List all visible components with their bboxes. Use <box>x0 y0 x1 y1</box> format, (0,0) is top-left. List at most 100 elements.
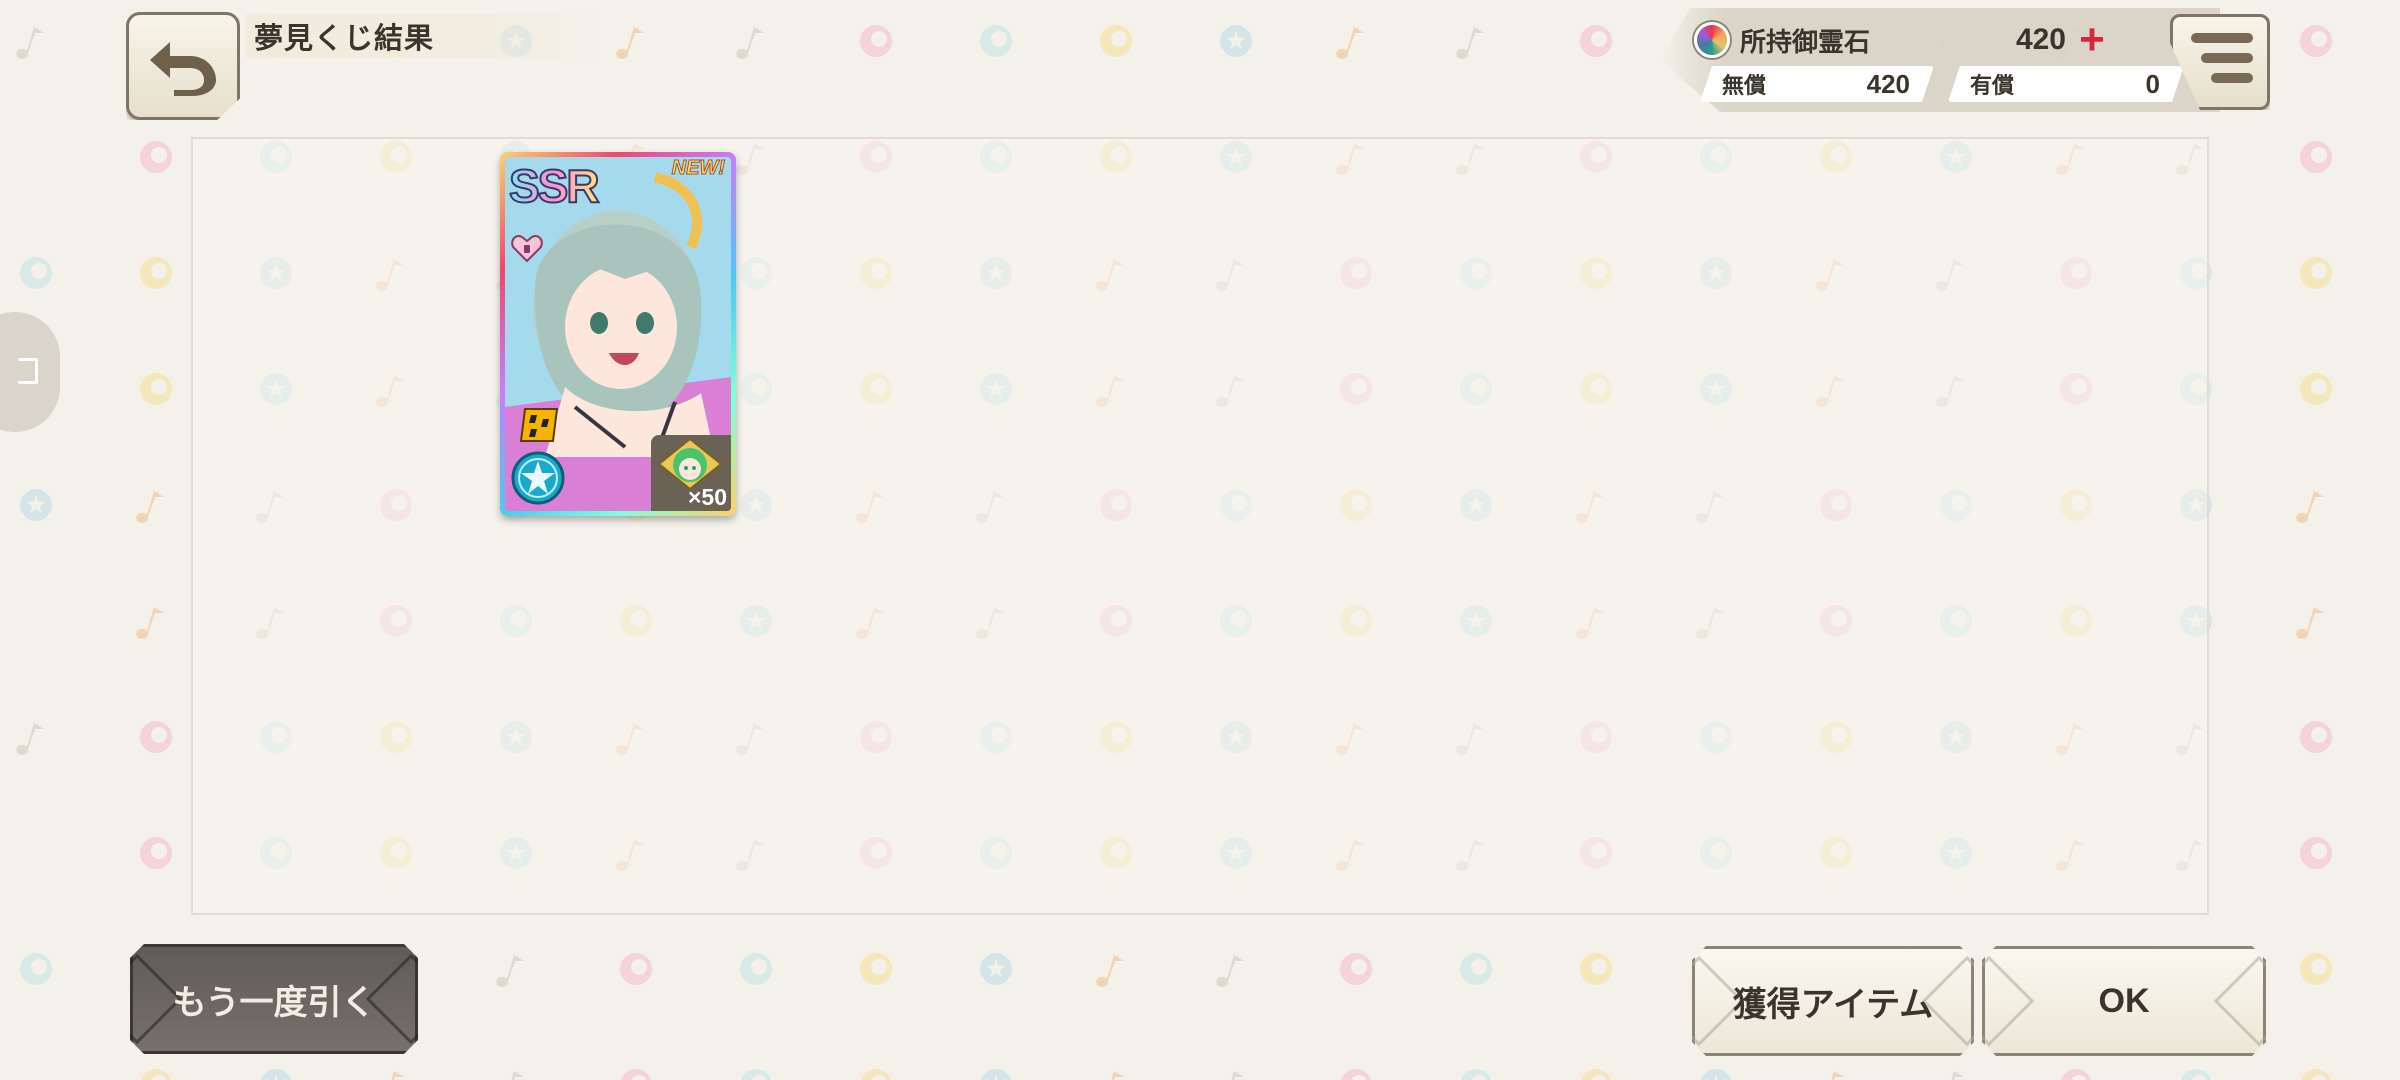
pattern-swirl-icon <box>1340 1069 1372 1080</box>
menu-icon <box>2191 33 2253 43</box>
panel-icon <box>18 358 38 384</box>
currency-total: 420 <box>2015 23 2066 56</box>
pattern-star-icon <box>980 953 1012 985</box>
paid-currency-label: 有償 <box>1970 73 2015 98</box>
star-attribute-icon <box>511 451 565 505</box>
pattern-swirl-icon <box>2300 837 2332 869</box>
pattern-swirl-icon <box>2300 721 2332 753</box>
button-ornament <box>92 954 183 1045</box>
ok-button[interactable]: OK <box>1982 946 2266 1056</box>
pattern-swirl-icon <box>620 1069 652 1080</box>
back-button[interactable] <box>126 12 240 120</box>
pattern-note2-icon <box>1336 27 1364 59</box>
green-hair-chibi-icon <box>657 437 723 491</box>
pattern-moon-icon <box>860 953 892 985</box>
pattern-note2-icon <box>2296 491 2324 523</box>
pattern-note2-icon <box>391 1071 404 1080</box>
back-arrow-icon <box>150 42 216 96</box>
pattern-note-icon <box>16 723 44 755</box>
pattern-swirl-icon <box>140 141 172 173</box>
pattern-swirl-icon <box>620 953 652 985</box>
pattern-moon-icon <box>2300 373 2332 405</box>
result-area <box>191 137 2209 915</box>
pattern-swirl-icon <box>2300 25 2332 57</box>
pattern-note2-icon <box>1831 1071 1844 1080</box>
currency-panel: 所持御霊石 420 + 無償 420 有償 0 <box>1660 8 2220 112</box>
rarity-badge: SSR <box>508 159 601 213</box>
card-art-frame: SSR NEW! ×50 <box>505 157 731 511</box>
free-currency-value: 420 <box>1866 68 1910 99</box>
card-quantity: ×50 <box>687 484 727 510</box>
pattern-note2-icon <box>2296 607 2324 639</box>
page-title: 夢見くじ結果 <box>254 23 435 55</box>
pattern-swirl-icon <box>1580 25 1612 57</box>
pattern-note2-icon <box>136 491 164 523</box>
pattern-note-icon <box>16 27 44 59</box>
title-bar: 夢見くじ結果 <box>246 14 606 58</box>
pattern-swirl-icon <box>2300 141 2332 173</box>
pattern-swirl-icon <box>2060 1069 2092 1080</box>
pattern-star-icon <box>1220 25 1252 57</box>
pattern-star-icon <box>260 1069 292 1080</box>
pattern-moon-icon <box>140 1069 172 1080</box>
pattern-moon-icon <box>140 257 172 289</box>
character-icon-badge: ×50 <box>651 435 731 511</box>
pattern-star-icon <box>20 489 52 521</box>
pattern-note-icon <box>1216 955 1244 987</box>
pattern-note-icon <box>1951 1071 1964 1080</box>
obtained-items-label: 獲得アイテム <box>1732 985 1934 1024</box>
pattern-moon-icon <box>2300 257 2332 289</box>
new-badge: NEW! <box>671 157 725 180</box>
pattern-moon-icon <box>860 1069 892 1080</box>
button-ornament <box>1654 956 1745 1047</box>
pattern-yin-icon <box>740 1069 772 1080</box>
pattern-note2-icon <box>1111 1071 1124 1080</box>
draw-again-button[interactable]: もう一度引く <box>130 944 418 1054</box>
menu-icon-line <box>2211 73 2253 83</box>
spirit-stone-icon <box>1694 22 1730 58</box>
pattern-note-icon <box>496 955 524 987</box>
pattern-moon-icon <box>1580 953 1612 985</box>
paid-currency-value: 0 <box>2145 68 2160 99</box>
pattern-note-icon <box>1456 27 1484 59</box>
pattern-note2-icon <box>616 27 644 59</box>
pattern-moon-icon <box>1100 25 1132 57</box>
result-card[interactable]: SSR NEW! ×50 <box>500 152 736 516</box>
pattern-yin-icon <box>20 257 52 289</box>
pattern-swirl-icon <box>140 721 172 753</box>
pattern-yin-icon <box>980 25 1012 57</box>
draw-again-label: もう一度引く <box>172 983 376 1022</box>
pattern-yin-icon <box>740 953 772 985</box>
pattern-swirl-icon <box>140 837 172 869</box>
pattern-swirl-icon <box>1340 953 1372 985</box>
pattern-yin-icon <box>1460 1069 1492 1080</box>
side-tab-handle[interactable] <box>0 312 60 432</box>
ok-label: OK <box>2098 981 2150 1020</box>
free-currency: 無償 420 <box>1700 66 1934 102</box>
pattern-moon-icon <box>2300 1069 2332 1080</box>
free-currency-label: 無償 <box>1722 73 1767 98</box>
pattern-star-icon <box>1700 1069 1732 1080</box>
pattern-note-icon <box>1231 1071 1244 1080</box>
menu-icon-line <box>2201 53 2253 63</box>
pattern-note-icon <box>511 1071 524 1080</box>
pattern-star-icon <box>980 1069 1012 1080</box>
rank-icon <box>519 408 559 442</box>
pattern-moon-icon <box>2300 953 2332 985</box>
pattern-yin-icon <box>2180 1069 2212 1080</box>
obtained-items-button[interactable]: 獲得アイテム <box>1692 946 1974 1056</box>
pattern-note-icon <box>736 27 764 59</box>
pattern-note2-icon <box>1096 955 1124 987</box>
pattern-yin-icon <box>20 953 52 985</box>
pattern-moon-icon <box>140 373 172 405</box>
pattern-note2-icon <box>136 607 164 639</box>
currency-breakdown: 無償 420 有償 0 <box>1700 66 2184 106</box>
paid-currency: 有償 0 <box>1948 66 2184 102</box>
plus-icon[interactable]: + <box>2072 18 2112 62</box>
pattern-swirl-icon <box>860 25 892 57</box>
button-ornament <box>2214 956 2305 1047</box>
pattern-yin-icon <box>1460 953 1492 985</box>
currency-total-row: 所持御霊石 420 + <box>1660 14 2130 66</box>
pattern-moon-icon <box>1580 1069 1612 1080</box>
currency-label: 所持御霊石 <box>1740 26 1871 57</box>
